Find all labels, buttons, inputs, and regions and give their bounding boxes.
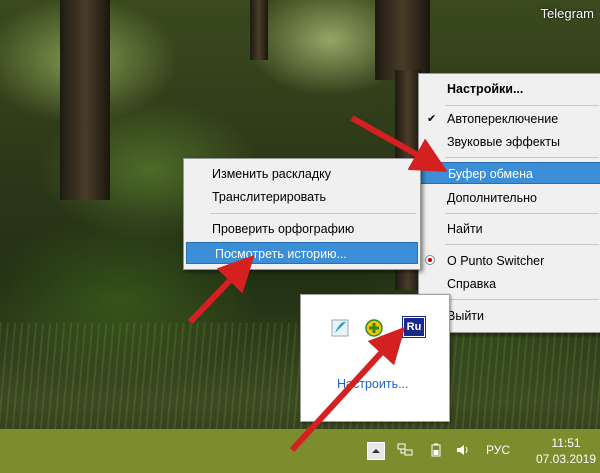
arrow-to-clipboard [350,115,448,172]
arrow-to-history [187,255,255,325]
annotation-arrows [187,115,448,453]
arrow-to-ru-icon [289,326,406,453]
